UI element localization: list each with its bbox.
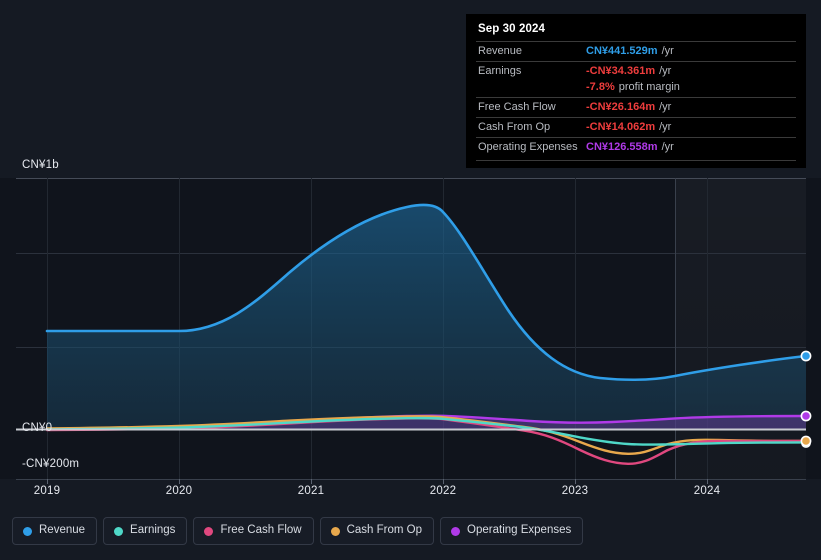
tooltip-key-operating-expenses: Operating Expenses [478, 141, 578, 153]
tooltip-row-operating-expenses: Operating Expenses CN¥126.558m /yr [476, 137, 796, 157]
legend-label-revenue: Revenue [39, 524, 86, 537]
tooltip-unit-operating-expenses: /yr [661, 141, 674, 153]
tooltip-value-earnings: -CN¥34.361m [586, 65, 656, 77]
x-axis-label-2019: 2019 [33, 485, 61, 497]
tooltip-row-cash-from-op: Cash From Op -CN¥14.062m /yr [476, 117, 796, 137]
chart-legend: Revenue Earnings Free Cash Flow Cash Fro… [12, 517, 584, 545]
revenue-endpoint-marker [800, 350, 812, 362]
tooltip-row-earnings: Earnings -CN¥34.361m /yr [476, 61, 796, 81]
forecast-band [675, 178, 806, 479]
legend-label-operating-expenses: Operating Expenses [467, 524, 572, 537]
y-axis-label-zero: CN¥0 [22, 422, 53, 434]
revenue-color-dot-icon [23, 526, 32, 536]
free-cash-flow-color-dot-icon [204, 526, 214, 536]
legend-label-cash-from-op: Cash From Op [346, 524, 423, 537]
x-axis-label-2022: 2022 [429, 485, 457, 497]
legend-item-free-cash-flow[interactable]: Free Cash Flow [193, 517, 314, 545]
legend-item-cash-from-op[interactable]: Cash From Op [319, 517, 435, 545]
tooltip-bottom-divider [476, 160, 796, 161]
legend-item-earnings[interactable]: Earnings [103, 517, 188, 545]
tooltip-key-free-cash-flow: Free Cash Flow [478, 101, 556, 113]
tooltip-row-free-cash-flow: Free Cash Flow -CN¥26.164m /yr [476, 97, 796, 117]
earnings-color-dot-icon [114, 526, 124, 536]
x-axis-label-2024: 2024 [693, 485, 721, 497]
operating-expenses-endpoint-marker [800, 410, 812, 422]
y-axis-label-top: CN¥1b [22, 159, 59, 171]
tooltip-value-cash-from-op: -CN¥14.062m [586, 121, 656, 133]
tooltip-unit-profit-margin: profit margin [618, 81, 680, 93]
y-axis-label-bottom: -CN¥200m [22, 458, 80, 470]
tooltip-value-operating-expenses: CN¥126.558m [586, 141, 658, 153]
tooltip-key-revenue: Revenue [478, 45, 523, 57]
tooltip-value-profit-margin: -7.8% [586, 81, 615, 93]
cash-from-op-endpoint-marker [800, 435, 812, 447]
legend-label-free-cash-flow: Free Cash Flow [220, 524, 302, 537]
tooltip-key-cash-from-op: Cash From Op [478, 121, 551, 133]
legend-label-earnings: Earnings [130, 524, 176, 537]
tooltip-value-revenue: CN¥441.529m [586, 45, 658, 57]
data-tooltip: Sep 30 2024 Revenue CN¥441.529m /yr Earn… [466, 14, 806, 168]
x-axis-label-2023: 2023 [561, 485, 589, 497]
revenue-earnings-chart: CN¥1b CN¥0 -CN¥200m 2019 2020 2021 2022 … [0, 0, 821, 560]
legend-item-operating-expenses[interactable]: Operating Expenses [440, 517, 584, 545]
tooltip-value-free-cash-flow: -CN¥26.164m [586, 101, 656, 113]
cash-from-op-color-dot-icon [330, 526, 340, 536]
tooltip-date: Sep 30 2024 [478, 23, 545, 35]
x-axis-label-2020: 2020 [165, 485, 193, 497]
tooltip-unit-cash-from-op: /yr [659, 121, 672, 133]
tooltip-unit-revenue: /yr [661, 45, 674, 57]
operating-expenses-color-dot-icon [451, 526, 461, 536]
tooltip-key-earnings: Earnings [478, 65, 522, 77]
tooltip-row-profit-margin: -7.8% profit margin [476, 81, 796, 97]
x-axis-label-2021: 2021 [297, 485, 325, 497]
tooltip-row-revenue: Revenue CN¥441.529m /yr [476, 41, 796, 61]
tooltip-unit-free-cash-flow: /yr [659, 101, 672, 113]
legend-item-revenue[interactable]: Revenue [12, 517, 98, 545]
tooltip-unit-earnings: /yr [659, 65, 672, 77]
